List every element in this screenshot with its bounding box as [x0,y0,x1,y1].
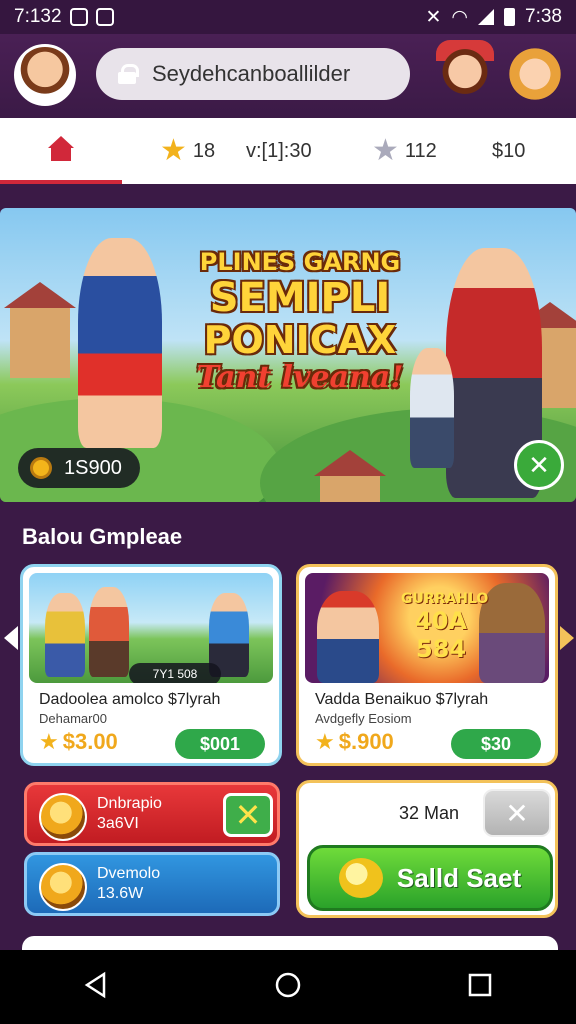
silver-stat[interactable]: ★ 112 [372,118,437,184]
card-title: Vadda Benaikuo $7lyrah [315,691,489,708]
promo-value: 13.6W [97,885,144,902]
promo-coin-icon [39,863,87,911]
stats-bar: ★ 18 v:[1]:30 ★ 112 $10 [0,118,576,184]
card-art-top: GURRAHLO [401,591,489,607]
section-title: Balou Gmpleae [22,524,183,549]
coins-stat[interactable]: $10 [492,118,525,184]
promo-tile-2[interactable]: Dvemolo 13.6W [24,852,280,916]
action-label: 32 Man [399,803,460,823]
stars-stat[interactable]: ★ 18 [160,118,215,184]
close-button[interactable]: ✕ [483,789,551,837]
game-card-2[interactable]: GURRAHLO 40A 584 Vadda Benaikuo $7lyrah … [296,564,558,766]
card-character [89,587,129,677]
silver-star-icon: ★ [372,134,399,167]
promo-tile-1[interactable]: Dnbrapio 3a6VI ✕ [24,782,280,846]
card-art-bottom: 584 [415,635,467,663]
silver-value: 112 [404,139,437,162]
status-time-right: 7:38 [525,6,562,27]
card-art-mid: 40A [415,607,467,635]
game-card-1[interactable]: 7Y1 508 Dadoolea amolco $7lyrah Dehamar0… [20,564,282,766]
stars-value: 18 [192,139,216,162]
card-character [317,591,379,683]
carousel-prev-icon[interactable] [4,626,18,650]
recents-icon[interactable] [466,971,494,1004]
card-image: 7Y1 508 [29,573,273,683]
star-icon: ★ [39,729,59,754]
prize-value: 1S900 [64,456,122,479]
friend-avatar-2[interactable] [505,44,565,104]
banner-title-line3: PONICAX [203,318,397,362]
promo-title: Dnbrapio [97,795,162,812]
card-subtitle: Dehamar00 [39,711,107,726]
card-title: Dadoolea amolco $7lyrah [39,691,221,708]
card-price-value: $3.00 [62,729,118,754]
card-price: ★ $.900 [315,729,394,755]
coin-icon [30,457,52,479]
card-price: ★ $3.00 [39,729,118,755]
card-subtitle: Avdgefly Eosiom [315,711,412,726]
mute-icon: ✕ [425,6,442,28]
banner-house-3 [314,450,386,502]
notification-icon-2 [95,8,114,26]
play-badge-icon[interactable]: ✕ [514,440,564,490]
star-icon: ★ [160,134,187,167]
banner-title-line4: Tant lveana! [196,360,404,395]
search-bar[interactable]: Seydehcanboallilder [96,48,410,100]
card-art-text: GURRAHLO 40A 584 [401,591,488,663]
banner-title-line1: PLINES GARNG [199,248,401,276]
wifi-icon: ◠ [451,6,469,28]
system-nav-bar [0,950,576,1024]
promo-value: 3a6VI [97,815,139,832]
battery-icon [504,8,516,26]
score-value: v:[1]:30 [246,139,312,162]
status-time-left: 7:132 [14,6,62,27]
friend-avatar-1[interactable] [436,40,494,110]
card-buy-button[interactable]: $001 [175,729,265,759]
status-bar: 7:132 ✕ ◠ 7:38 [0,0,576,34]
banner-house [4,282,76,378]
score-stat[interactable]: v:[1]:30 [246,118,312,184]
main-action-button[interactable]: Salld Saet [307,845,553,911]
card-character [479,583,545,683]
card-buy-button[interactable]: $30 [451,729,541,759]
card-price-value: $.900 [338,729,394,754]
action-panel: 32 Man ✕ Salld Saet [296,780,558,918]
promo-close-button[interactable]: ✕ [223,793,273,837]
gem-icon [338,858,383,898]
user-avatar[interactable] [14,44,76,106]
notification-icon [69,8,88,26]
carousel-next-icon[interactable] [560,626,574,650]
tab-home[interactable] [0,118,122,184]
app-header: Seydehcanboallilder [0,34,576,118]
back-icon[interactable] [82,971,110,1004]
prize-chip[interactable]: 1S900 [18,448,140,488]
promo-title: Dvemolo [97,865,161,882]
coins-value: $10 [492,139,526,162]
promo-coin-icon [39,793,87,841]
hero-banner[interactable]: PLINES GARNG SEMIPLI PONICAX Tant lveana… [0,208,576,502]
signal-icon [478,9,495,25]
banner-character-3 [410,348,454,468]
star-icon: ★ [315,729,335,754]
main-action-label: Salld Saet [396,862,522,893]
card-image: GURRAHLO 40A 584 [305,573,549,683]
home-icon [48,136,74,162]
lock-icon [118,64,139,84]
card-tag: 7Y1 508 [129,663,221,683]
banner-title: PLINES GARNG SEMIPLI PONICAX Tant lveana… [190,248,410,395]
banner-title-line2: SEMIPLI [209,275,391,321]
card-character [45,593,85,677]
banner-character-1 [78,238,162,448]
home-button-icon[interactable] [274,971,302,1004]
search-text: Seydehcanboallilder [152,61,351,86]
